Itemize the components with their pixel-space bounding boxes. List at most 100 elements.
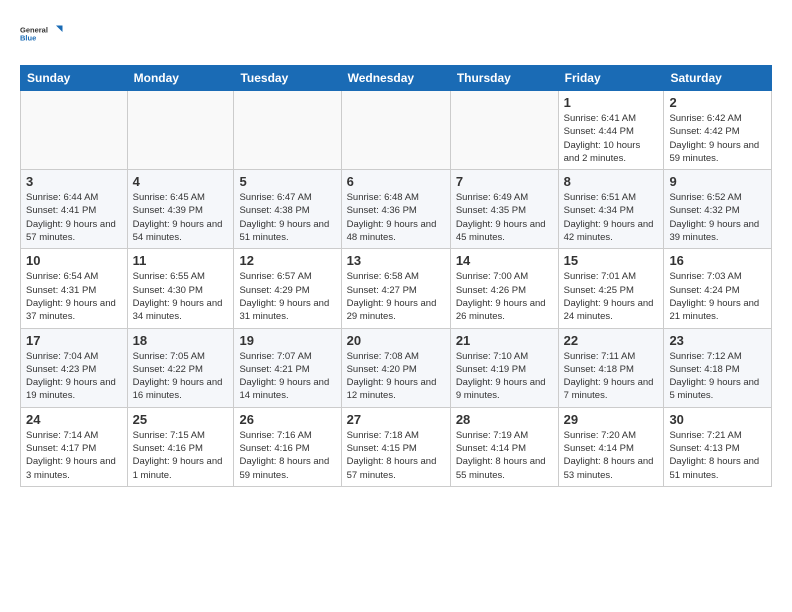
- day-cell: 14 Sunrise: 7:00 AM Sunset: 4:26 PM Dayli…: [450, 249, 558, 328]
- calendar-header: SundayMondayTuesdayWednesdayThursdayFrid…: [21, 66, 772, 91]
- day-number: 23: [669, 333, 766, 348]
- column-header-monday: Monday: [127, 66, 234, 91]
- week-row-5: 24Sunrise: 7:14 AM Sunset: 4:17 PM Dayli…: [21, 407, 772, 486]
- day-number: 9: [669, 174, 766, 189]
- day-number: 21: [456, 333, 553, 348]
- logo: General Blue: [20, 15, 65, 53]
- day-number: 5: [239, 174, 335, 189]
- day-info: Sunrise: 7:16 AM Sunset: 4:16 PM Dayligh…: [239, 429, 335, 482]
- day-info: Sunrise: 7:07 AM Sunset: 4:21 PM Dayligh…: [239, 350, 335, 403]
- day-number: 8: [564, 174, 659, 189]
- day-cell: 26 Sunrise: 7:16 AM Sunset: 4:16 PM Dayli…: [234, 407, 341, 486]
- day-number: 24: [26, 412, 122, 427]
- day-info: Sunrise: 6:42 AM Sunset: 4:42 PM Dayligh…: [669, 112, 766, 165]
- day-cell: 7 Sunrise: 6:49 AM Sunset: 4:35 PM Daylig…: [450, 170, 558, 249]
- header: General Blue: [20, 15, 772, 53]
- day-number: 13: [347, 253, 445, 268]
- day-number: 17: [26, 333, 122, 348]
- column-header-thursday: Thursday: [450, 66, 558, 91]
- day-number: 25: [133, 412, 229, 427]
- day-number: 27: [347, 412, 445, 427]
- day-number: 30: [669, 412, 766, 427]
- column-header-friday: Friday: [558, 66, 664, 91]
- day-info: Sunrise: 6:52 AM Sunset: 4:32 PM Dayligh…: [669, 191, 766, 244]
- day-number: 7: [456, 174, 553, 189]
- day-cell: 19 Sunrise: 7:07 AM Sunset: 4:21 PM Dayli…: [234, 328, 341, 407]
- day-info: Sunrise: 7:08 AM Sunset: 4:20 PM Dayligh…: [347, 350, 445, 403]
- day-cell: 21 Sunrise: 7:10 AM Sunset: 4:19 PM Dayli…: [450, 328, 558, 407]
- day-cell: 29 Sunrise: 7:20 AM Sunset: 4:14 PM Dayli…: [558, 407, 664, 486]
- day-number: 14: [456, 253, 553, 268]
- day-number: 12: [239, 253, 335, 268]
- day-number: 20: [347, 333, 445, 348]
- week-row-1: 1 Sunrise: 6:41 AM Sunset: 4:44 PM Daylig…: [21, 91, 772, 170]
- day-cell: 9 Sunrise: 6:52 AM Sunset: 4:32 PM Daylig…: [664, 170, 772, 249]
- day-number: 11: [133, 253, 229, 268]
- day-cell: [21, 91, 128, 170]
- day-number: 28: [456, 412, 553, 427]
- day-cell: [341, 91, 450, 170]
- day-info: Sunrise: 7:20 AM Sunset: 4:14 PM Dayligh…: [564, 429, 659, 482]
- day-info: Sunrise: 6:48 AM Sunset: 4:36 PM Dayligh…: [347, 191, 445, 244]
- day-info: Sunrise: 7:03 AM Sunset: 4:24 PM Dayligh…: [669, 270, 766, 323]
- day-cell: 25 Sunrise: 7:15 AM Sunset: 4:16 PM Dayli…: [127, 407, 234, 486]
- day-number: 2: [669, 95, 766, 110]
- day-number: 22: [564, 333, 659, 348]
- day-cell: 12Sunrise: 6:57 AM Sunset: 4:29 PM Dayli…: [234, 249, 341, 328]
- calendar-body: 1 Sunrise: 6:41 AM Sunset: 4:44 PM Daylig…: [21, 91, 772, 487]
- day-cell: 10Sunrise: 6:54 AM Sunset: 4:31 PM Dayli…: [21, 249, 128, 328]
- day-info: Sunrise: 6:55 AM Sunset: 4:30 PM Dayligh…: [133, 270, 229, 323]
- column-header-wednesday: Wednesday: [341, 66, 450, 91]
- day-number: 29: [564, 412, 659, 427]
- day-info: Sunrise: 7:12 AM Sunset: 4:18 PM Dayligh…: [669, 350, 766, 403]
- week-row-2: 3 Sunrise: 6:44 AM Sunset: 4:41 PM Daylig…: [21, 170, 772, 249]
- svg-text:Blue: Blue: [20, 34, 36, 43]
- day-info: Sunrise: 7:21 AM Sunset: 4:13 PM Dayligh…: [669, 429, 766, 482]
- day-cell: 16Sunrise: 7:03 AM Sunset: 4:24 PM Dayli…: [664, 249, 772, 328]
- day-info: Sunrise: 6:58 AM Sunset: 4:27 PM Dayligh…: [347, 270, 445, 323]
- day-cell: 5 Sunrise: 6:47 AM Sunset: 4:38 PM Daylig…: [234, 170, 341, 249]
- day-cell: [234, 91, 341, 170]
- week-row-4: 17Sunrise: 7:04 AM Sunset: 4:23 PM Dayli…: [21, 328, 772, 407]
- day-info: Sunrise: 7:10 AM Sunset: 4:19 PM Dayligh…: [456, 350, 553, 403]
- day-cell: 6 Sunrise: 6:48 AM Sunset: 4:36 PM Daylig…: [341, 170, 450, 249]
- day-cell: 13 Sunrise: 6:58 AM Sunset: 4:27 PM Dayli…: [341, 249, 450, 328]
- day-number: 19: [239, 333, 335, 348]
- day-cell: 17Sunrise: 7:04 AM Sunset: 4:23 PM Dayli…: [21, 328, 128, 407]
- calendar-table: SundayMondayTuesdayWednesdayThursdayFrid…: [20, 65, 772, 487]
- day-info: Sunrise: 6:41 AM Sunset: 4:44 PM Dayligh…: [564, 112, 659, 165]
- day-number: 26: [239, 412, 335, 427]
- column-header-tuesday: Tuesday: [234, 66, 341, 91]
- column-header-sunday: Sunday: [21, 66, 128, 91]
- day-info: Sunrise: 7:11 AM Sunset: 4:18 PM Dayligh…: [564, 350, 659, 403]
- day-number: 6: [347, 174, 445, 189]
- day-cell: 4Sunrise: 6:45 AM Sunset: 4:39 PM Daylig…: [127, 170, 234, 249]
- day-number: 3: [26, 174, 122, 189]
- day-info: Sunrise: 6:51 AM Sunset: 4:34 PM Dayligh…: [564, 191, 659, 244]
- day-cell: 11 Sunrise: 6:55 AM Sunset: 4:30 PM Dayli…: [127, 249, 234, 328]
- day-info: Sunrise: 7:00 AM Sunset: 4:26 PM Dayligh…: [456, 270, 553, 323]
- day-cell: [450, 91, 558, 170]
- day-cell: 15 Sunrise: 7:01 AM Sunset: 4:25 PM Dayli…: [558, 249, 664, 328]
- day-cell: [127, 91, 234, 170]
- day-cell: 24Sunrise: 7:14 AM Sunset: 4:17 PM Dayli…: [21, 407, 128, 486]
- day-cell: 23 Sunrise: 7:12 AM Sunset: 4:18 PM Dayli…: [664, 328, 772, 407]
- column-header-saturday: Saturday: [664, 66, 772, 91]
- day-info: Sunrise: 6:49 AM Sunset: 4:35 PM Dayligh…: [456, 191, 553, 244]
- day-cell: 18Sunrise: 7:05 AM Sunset: 4:22 PM Dayli…: [127, 328, 234, 407]
- day-info: Sunrise: 7:19 AM Sunset: 4:14 PM Dayligh…: [456, 429, 553, 482]
- day-cell: 20 Sunrise: 7:08 AM Sunset: 4:20 PM Dayli…: [341, 328, 450, 407]
- day-number: 1: [564, 95, 659, 110]
- day-cell: 8 Sunrise: 6:51 AM Sunset: 4:34 PM Daylig…: [558, 170, 664, 249]
- logo-svg: General Blue: [20, 15, 65, 53]
- day-info: Sunrise: 7:15 AM Sunset: 4:16 PM Dayligh…: [133, 429, 229, 482]
- day-number: 4: [133, 174, 229, 189]
- day-info: Sunrise: 6:47 AM Sunset: 4:38 PM Dayligh…: [239, 191, 335, 244]
- page: General Blue SundayMondayTuesdayWednesda…: [0, 0, 792, 612]
- day-cell: 3 Sunrise: 6:44 AM Sunset: 4:41 PM Daylig…: [21, 170, 128, 249]
- day-info: Sunrise: 7:01 AM Sunset: 4:25 PM Dayligh…: [564, 270, 659, 323]
- day-info: Sunrise: 6:44 AM Sunset: 4:41 PM Dayligh…: [26, 191, 122, 244]
- day-number: 15: [564, 253, 659, 268]
- day-cell: 22 Sunrise: 7:11 AM Sunset: 4:18 PM Dayli…: [558, 328, 664, 407]
- day-cell: 1 Sunrise: 6:41 AM Sunset: 4:44 PM Daylig…: [558, 91, 664, 170]
